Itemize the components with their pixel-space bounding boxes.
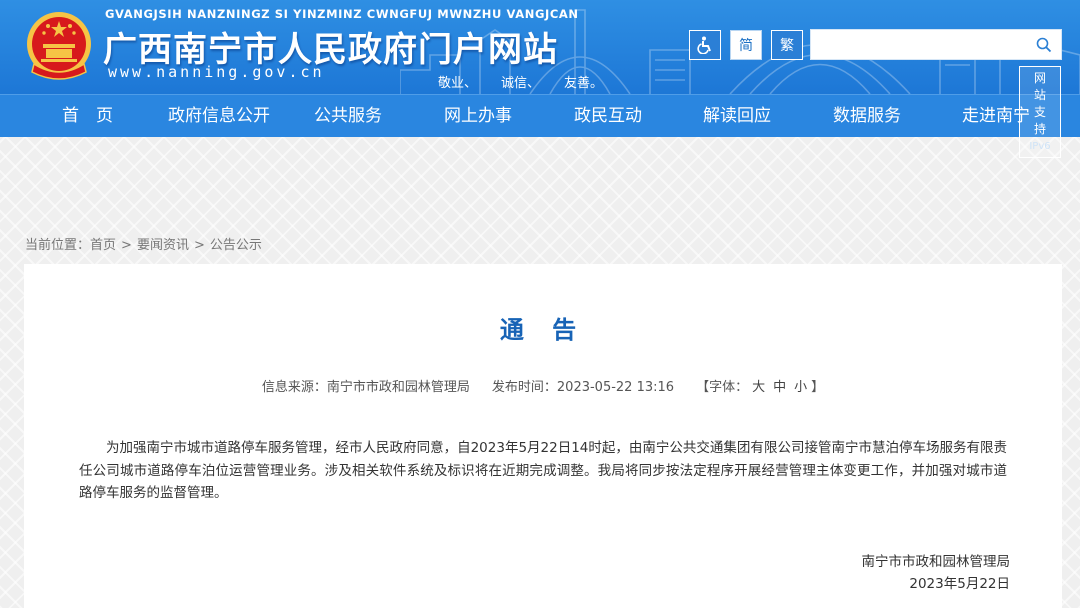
signature-date: 2023年5月22日 <box>909 576 1010 592</box>
ipv6-badge-text: IPv6 <box>1029 140 1051 152</box>
ipv6-badge-char: 持 <box>1033 121 1046 136</box>
site-url: www.nanning.gov.cn <box>108 63 325 81</box>
ipv6-badge-char: 支 <box>1033 104 1046 119</box>
source-label: 信息来源： <box>261 380 327 395</box>
slogan-word: 友善。 <box>564 76 604 91</box>
article-body: 为加强南宁市城市道路停车服务管理，经市人民政府同意，自2023年5月22日14时… <box>79 440 1007 501</box>
breadcrumb-link-notices[interactable]: 公告公示 <box>210 238 262 253</box>
simplified-chinese-button[interactable]: 简 <box>730 30 762 60</box>
accessibility-icon <box>697 36 711 54</box>
breadcrumb-prefix: 当前位置： <box>25 238 91 253</box>
breadcrumb-separator: > <box>193 238 205 253</box>
traditional-chinese-button[interactable]: 繁 <box>771 30 803 60</box>
search-icon <box>1036 37 1052 52</box>
breadcrumb-link-news[interactable]: 要闻资讯 <box>137 238 189 253</box>
source-value: 南宁市市政和园林管理局 <box>326 380 470 395</box>
accessibility-button[interactable] <box>689 30 721 60</box>
date-label: 发布时间： <box>491 380 557 395</box>
font-size-bracket: 】 <box>811 380 825 395</box>
core-values-slogan: 敬业、 诚信、 友善。 <box>438 72 627 91</box>
article-meta: 信息来源：南宁市市政和园林管理局 发布时间：2023-05-22 13:16 【字体… <box>24 376 1062 395</box>
nav-item-interaction[interactable]: 政民互动 <box>574 95 642 138</box>
search-box <box>810 29 1062 60</box>
nav-item-home[interactable]: 首 页 <box>62 95 113 138</box>
font-size-small-button[interactable]: 小 <box>794 380 807 395</box>
article-title: 通 告 <box>499 316 587 344</box>
breadcrumb: 当前位置：首页 > 要闻资讯 > 公告公示 <box>25 234 262 253</box>
nav-item-data-services[interactable]: 数据服务 <box>833 95 901 138</box>
search-button[interactable] <box>1027 30 1061 59</box>
article-panel: 通 告 信息来源：南宁市市政和园林管理局 发布时间：2023-05-22 13:1… <box>24 264 1062 608</box>
ipv6-support-badge[interactable]: 网 站 支 持 IPv6 <box>1019 66 1061 158</box>
nav-item-public-services[interactable]: 公共服务 <box>314 95 382 138</box>
font-size-label: 【字体： <box>696 380 749 395</box>
nav-item-gov-info[interactable]: 政府信息公开 <box>168 95 270 138</box>
site-pinyin-title: GVANGJSIH NANZNINGZ SI YINZMINZ CWNGFUJ … <box>105 7 579 21</box>
breadcrumb-link-home[interactable]: 首页 <box>90 238 116 253</box>
main-navigation: 首 页 政府信息公开 公共服务 网上办事 政民互动 解读回应 数据服务 走进南宁 <box>0 94 1080 137</box>
date-value: 2023-05-22 13:16 <box>556 380 675 395</box>
ipv6-badge-char: 网 <box>1033 70 1046 85</box>
search-input[interactable] <box>811 30 1027 59</box>
nav-item-online-services[interactable]: 网上办事 <box>444 95 512 138</box>
slogan-word: 诚信、 <box>501 76 541 91</box>
site-header: GVANGJSIH NANZNINGZ SI YINZMINZ CWNGFUJ … <box>0 0 1080 94</box>
nav-item-interpretation[interactable]: 解读回应 <box>703 95 771 138</box>
article-signature: 南宁市市政和园林管理局 2023年5月22日 <box>862 551 1011 595</box>
slogan-word: 敬业、 <box>438 76 478 91</box>
ipv6-badge-char: 站 <box>1033 87 1046 102</box>
breadcrumb-separator: > <box>121 238 132 253</box>
font-size-medium-button[interactable]: 中 <box>773 380 786 395</box>
signature-org: 南宁市市政和园林管理局 <box>861 554 1011 570</box>
national-emblem-logo <box>27 12 91 80</box>
font-size-large-button[interactable]: 大 <box>752 380 765 395</box>
